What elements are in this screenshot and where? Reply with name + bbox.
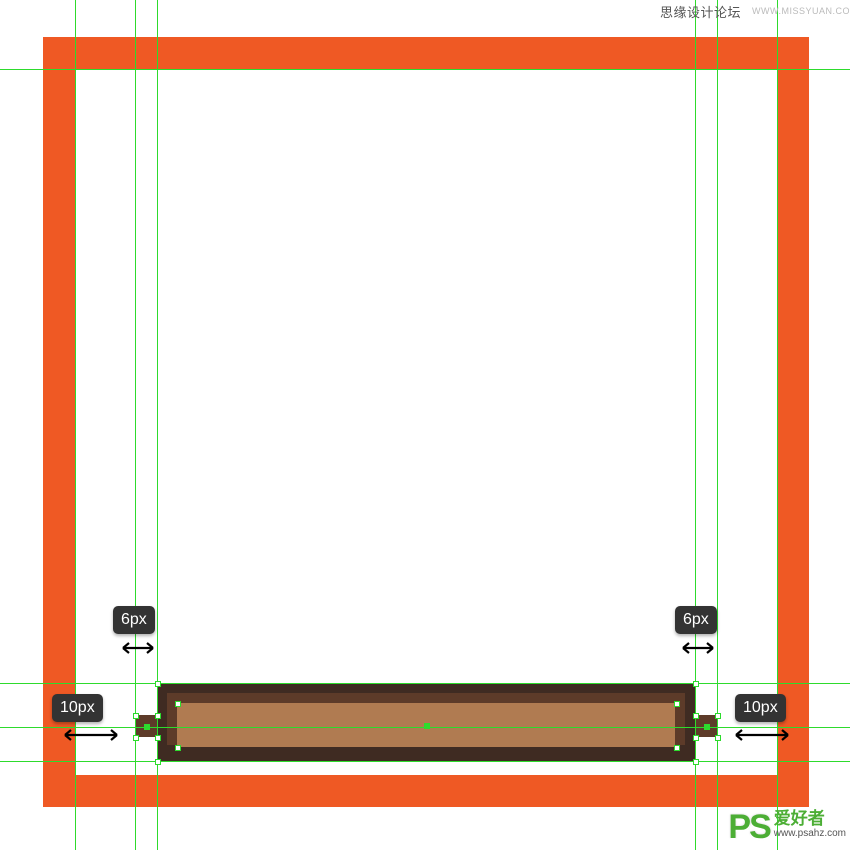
selection-handle[interactable] bbox=[155, 681, 161, 687]
selection-handle[interactable] bbox=[674, 745, 680, 751]
guide-horizontal[interactable] bbox=[0, 683, 850, 684]
watermark-url: www.psahz.com bbox=[774, 829, 846, 839]
selection-handle[interactable] bbox=[155, 713, 161, 719]
dimension-label-6px-left: 6px bbox=[113, 606, 155, 634]
guide-vertical[interactable] bbox=[695, 0, 696, 850]
selection-handle[interactable] bbox=[175, 701, 181, 707]
dimension-arrow-icon bbox=[120, 640, 156, 654]
selection-handle[interactable] bbox=[674, 701, 680, 707]
guide-horizontal[interactable] bbox=[0, 761, 850, 762]
selection-handle[interactable] bbox=[715, 735, 721, 741]
selection-handle[interactable] bbox=[133, 735, 139, 741]
guide-vertical[interactable] bbox=[135, 0, 136, 850]
guide-horizontal[interactable] bbox=[0, 69, 850, 70]
watermark-cn-text: 爱好者 bbox=[774, 810, 846, 827]
selection-handle[interactable] bbox=[133, 713, 139, 719]
guide-vertical[interactable] bbox=[157, 0, 158, 850]
dimension-arrow-icon bbox=[680, 640, 716, 654]
selection-center[interactable] bbox=[144, 724, 150, 730]
selection-handle[interactable] bbox=[715, 713, 721, 719]
selection-center[interactable] bbox=[424, 723, 430, 729]
dimension-label-6px-right: 6px bbox=[675, 606, 717, 634]
selection-handle[interactable] bbox=[693, 735, 699, 741]
dimension-arrow-icon bbox=[733, 727, 791, 741]
selection-center[interactable] bbox=[704, 724, 710, 730]
selection-handle[interactable] bbox=[693, 681, 699, 687]
dimension-label-10px-right: 10px bbox=[735, 694, 786, 722]
selection-handle[interactable] bbox=[693, 713, 699, 719]
guide-vertical[interactable] bbox=[75, 0, 76, 850]
dimension-arrow-icon bbox=[62, 727, 120, 741]
selection-handle[interactable] bbox=[155, 735, 161, 741]
dimension-label-10px-left: 10px bbox=[52, 694, 103, 722]
watermark-bottom: PS 爱好者 www.psahz.com bbox=[728, 810, 846, 844]
selection-handle[interactable] bbox=[155, 759, 161, 765]
watermark-logo-text: PS bbox=[728, 810, 769, 844]
selection-handle[interactable] bbox=[175, 745, 181, 751]
guide-vertical[interactable] bbox=[717, 0, 718, 850]
guide-vertical[interactable] bbox=[777, 0, 778, 850]
selection-handle[interactable] bbox=[693, 759, 699, 765]
watermark-top-url: WWW.MISSYUAN.COM bbox=[752, 6, 850, 16]
watermark-top-text: 思缘设计论坛 bbox=[660, 2, 741, 21]
